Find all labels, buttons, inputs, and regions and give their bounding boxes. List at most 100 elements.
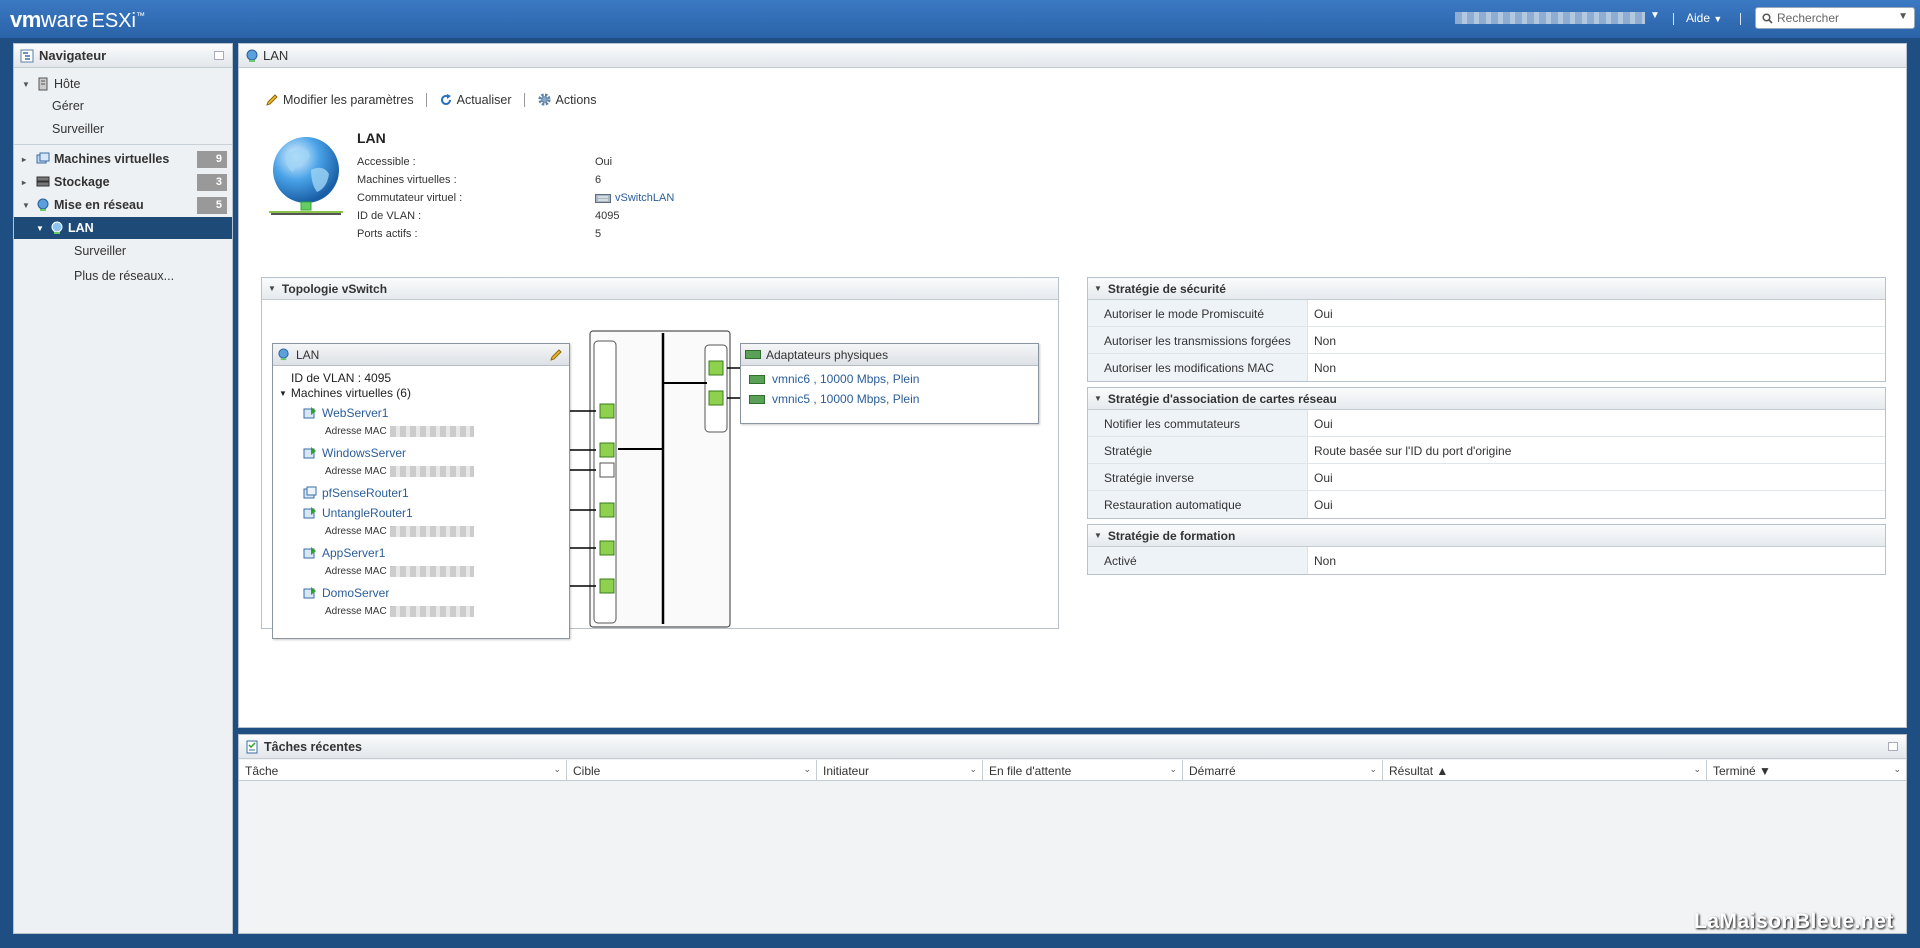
port-group-header: LAN xyxy=(273,344,569,366)
vm-row[interactable]: UntangleRouter1 xyxy=(303,506,413,520)
navigator-title: Navigateur xyxy=(39,48,107,63)
info-value-vms: 6 xyxy=(595,174,602,186)
teaming-policy-header[interactable]: ▼ Stratégie d'association de cartes résea… xyxy=(1088,388,1885,410)
mac-row: Adresse MAC xyxy=(325,566,474,577)
info-label-accessible: Accessible : xyxy=(357,156,416,168)
vmware-esxi-logo[interactable]: vmware ESXi™ xyxy=(10,7,145,33)
column-result[interactable]: Résultat ▲ ⌄ xyxy=(1383,760,1707,780)
recent-tasks-header: Tâches récentes xyxy=(239,735,1906,759)
separator xyxy=(425,92,427,107)
vswitch-topology-panel: ▼ Topologie vSwitch LAN ID de VLAN: 409… xyxy=(261,277,1059,639)
nav-vms[interactable]: ▸ Machines virtuelles 9 xyxy=(14,148,232,170)
chevron-down-icon[interactable]: ⌄ xyxy=(1693,764,1701,775)
refresh-button[interactable]: Actualiser xyxy=(439,93,512,107)
nav-host-monitor[interactable]: Surveiller xyxy=(14,118,232,140)
vm-powered-on-icon xyxy=(303,507,316,519)
mac-row: Adresse MAC xyxy=(325,426,474,437)
vms-count-badge: 9 xyxy=(197,151,227,168)
tasks-icon xyxy=(246,740,258,753)
vm-powered-on-icon xyxy=(303,587,316,599)
collapse-panel-icon[interactable] xyxy=(1888,742,1898,751)
vms-group-header[interactable]: ▼ Machines virtuelles (6) xyxy=(279,386,411,400)
policy-row: Activé Non xyxy=(1088,547,1885,574)
nav-host-manage[interactable]: Gérer xyxy=(14,95,232,117)
vm-row[interactable]: pfSenseRouter1 xyxy=(303,486,409,500)
vm-row[interactable]: AppServer1 xyxy=(303,546,385,560)
pencil-icon xyxy=(266,93,278,106)
policy-row: Autoriser le mode Promiscuité Oui xyxy=(1088,300,1885,327)
policy-row: Stratégie Route basée sur l'ID du port d'… xyxy=(1088,437,1885,464)
nav-networking[interactable]: ▼ Mise en réseau 5 xyxy=(14,194,232,216)
column-completed[interactable]: Terminé ▼ ⌄ xyxy=(1707,760,1906,780)
search-box[interactable]: Rechercher ▼ xyxy=(1755,7,1915,29)
nav-more-networks[interactable]: Plus de réseaux... xyxy=(14,265,232,287)
collapse-arrow-icon[interactable]: ▼ xyxy=(1094,531,1102,540)
user-menu[interactable] xyxy=(1455,12,1645,24)
vm-row[interactable]: WebServer1 xyxy=(303,406,388,420)
column-started[interactable]: Démarré ⌄ xyxy=(1183,760,1383,780)
mac-address-redacted xyxy=(389,526,474,537)
physical-adapters-box: Adaptateurs physiques vmnic6 , 10000 Mbp… xyxy=(740,343,1039,424)
info-label-vlan: ID de VLAN : xyxy=(357,210,422,222)
nav-lan[interactable]: ▼ LAN xyxy=(14,217,232,239)
nav-lan-monitor[interactable]: Surveiller xyxy=(14,240,232,262)
separator xyxy=(1673,13,1674,25)
chevron-down-icon[interactable]: ⌄ xyxy=(1893,764,1901,775)
shaping-policy-header[interactable]: ▼ Stratégie de formation xyxy=(1088,525,1885,547)
edit-settings-button[interactable]: Modifier les paramètres xyxy=(265,93,414,107)
collapse-arrow-icon[interactable]: ▼ xyxy=(268,284,276,293)
column-target[interactable]: Cible ⌄ xyxy=(567,760,817,780)
column-initiator[interactable]: Initiateur ⌄ xyxy=(817,760,983,780)
mac-row: Adresse MAC xyxy=(325,606,474,617)
vm-row[interactable]: DomoServer xyxy=(303,586,389,600)
chevron-down-icon[interactable]: ⌄ xyxy=(969,764,977,775)
pencil-icon[interactable] xyxy=(549,348,563,362)
storage-icon xyxy=(36,176,50,187)
collapse-arrow-icon[interactable]: ▼ xyxy=(1094,284,1102,293)
vswitch-link[interactable]: vSwitchLAN xyxy=(595,192,674,204)
policy-row: Autoriser les transmissions forgées Non xyxy=(1088,327,1885,354)
collapse-arrow-icon[interactable]: ▼ xyxy=(1094,394,1102,403)
chevron-down-icon[interactable]: ⌄ xyxy=(1169,764,1177,775)
globe-network-icon xyxy=(269,137,343,215)
expand-arrow-icon[interactable]: ▼ xyxy=(36,224,46,233)
info-label-vms: Machines virtuelles : xyxy=(357,174,457,186)
nic-row[interactable]: vmnic5 , 10000 Mbps, Plein xyxy=(749,392,919,406)
security-policy-header[interactable]: ▼ Stratégie de sécurité xyxy=(1088,278,1885,300)
nav-storage[interactable]: ▸ Stockage 3 xyxy=(14,171,232,193)
shaping-policy-panel: ▼ Stratégie de formation Activé Non xyxy=(1087,524,1886,575)
chevron-down-icon[interactable]: ⌄ xyxy=(553,764,561,775)
mac-address-redacted xyxy=(389,606,474,617)
help-menu[interactable]: Aide ▼ xyxy=(1686,11,1722,25)
policy-row: Restauration automatique Oui xyxy=(1088,491,1885,518)
expand-arrow-icon[interactable]: ▼ xyxy=(22,80,32,89)
collapse-panel-icon[interactable] xyxy=(214,51,224,60)
topology-diagram: LAN ID de VLAN : 4095 ▼ Machines virtuell… xyxy=(262,300,1058,639)
port-group-box: LAN ID de VLAN : 4095 ▼ Machines virtuell… xyxy=(272,343,570,639)
network-name: LAN xyxy=(357,130,386,146)
vm-row[interactable]: WindowsServer xyxy=(303,446,406,460)
column-task[interactable]: Tâche ⌄ xyxy=(239,760,567,780)
teaming-policy-panel: ▼ Stratégie d'association de cartes résea… xyxy=(1087,387,1886,519)
nic-row[interactable]: vmnic6 , 10000 Mbps, Plein xyxy=(749,372,919,386)
topology-header[interactable]: ▼ Topologie vSwitch xyxy=(262,278,1058,300)
actions-button[interactable]: Actions xyxy=(537,92,597,107)
search-icon xyxy=(1762,12,1773,24)
column-queued[interactable]: En file d'attente ⌄ xyxy=(983,760,1183,780)
nav-host[interactable]: ▼ Hôte xyxy=(14,73,232,95)
toolbar: Modifier les paramètres Actualiser Actio… xyxy=(265,92,597,107)
separator xyxy=(523,92,525,107)
chevron-down-icon[interactable]: ⌄ xyxy=(1369,764,1377,775)
mac-row: Adresse MAC xyxy=(325,526,474,537)
search-input[interactable]: Rechercher xyxy=(1777,11,1839,25)
chevron-down-icon[interactable]: ⌄ xyxy=(803,764,811,775)
network-icon xyxy=(246,49,258,62)
collapse-arrow-icon[interactable]: ▼ xyxy=(279,386,287,400)
expand-arrow-icon[interactable]: ▸ xyxy=(22,155,32,164)
host-icon xyxy=(38,77,48,91)
security-policy-panel: ▼ Stratégie de sécurité Autoriser le mode… xyxy=(1087,277,1886,382)
user-menu-caret-icon[interactable]: ▼ xyxy=(1650,10,1660,21)
chevron-down-icon[interactable]: ▼ xyxy=(1898,11,1908,22)
expand-arrow-icon[interactable]: ▸ xyxy=(22,178,32,187)
expand-arrow-icon[interactable]: ▼ xyxy=(22,201,32,210)
